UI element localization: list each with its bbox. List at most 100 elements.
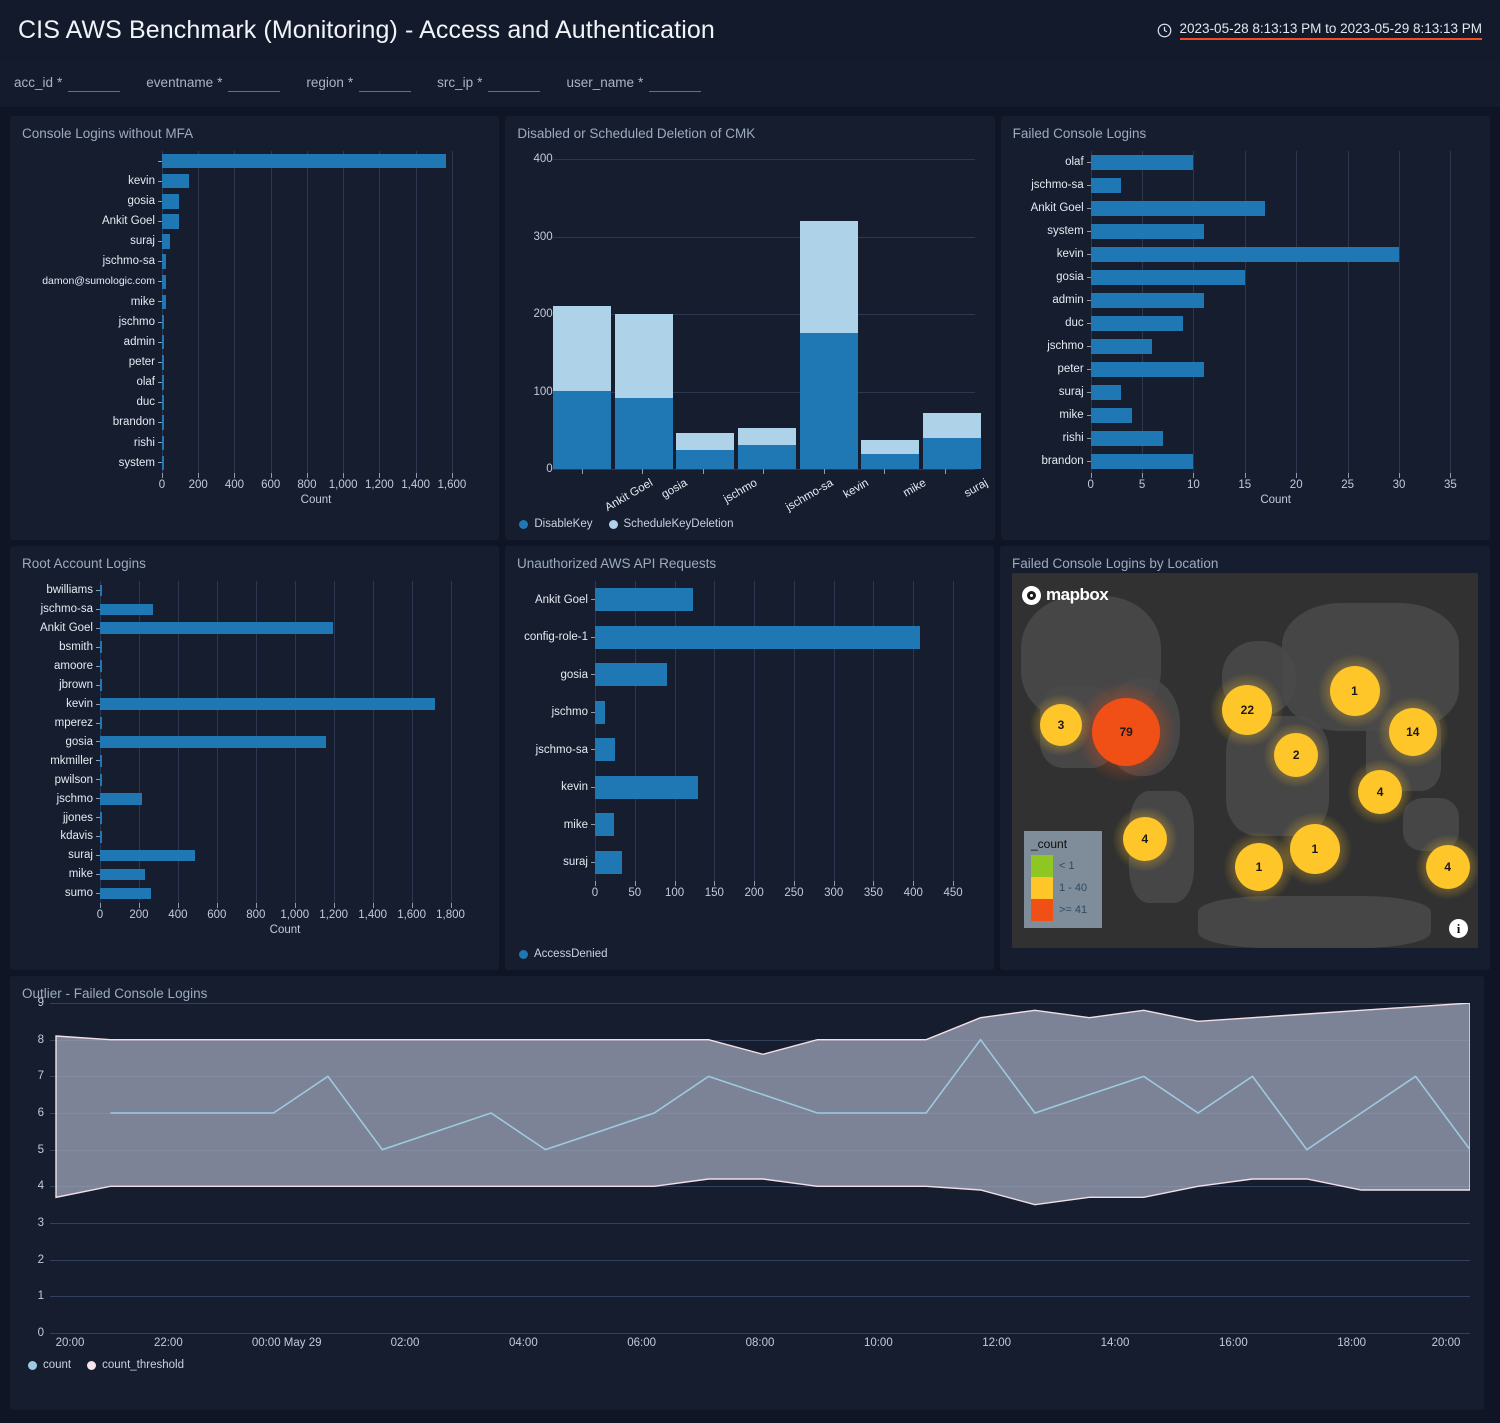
bar-fill[interactable] <box>162 194 179 208</box>
map-marker[interactable]: 3 <box>1040 704 1082 746</box>
bar-fill[interactable] <box>1091 224 1204 240</box>
map-marker[interactable]: 1 <box>1290 824 1340 874</box>
stacked-bar[interactable] <box>615 314 673 469</box>
map-marker[interactable]: 4 <box>1123 817 1167 861</box>
filter-input-user_name[interactable] <box>649 75 701 92</box>
bar-fill[interactable] <box>1091 178 1122 194</box>
bar-segment-disablekey[interactable] <box>800 333 858 469</box>
bar-fill[interactable] <box>100 604 153 616</box>
bar-fill[interactable] <box>1091 454 1194 470</box>
bar-fill[interactable] <box>1091 431 1163 447</box>
bar-fill[interactable] <box>1091 155 1194 171</box>
bar-fill[interactable] <box>100 641 102 653</box>
bar-fill[interactable] <box>162 254 166 268</box>
bar-fill[interactable] <box>1091 385 1122 401</box>
bar-segment-schedulekeydeletion[interactable] <box>800 221 858 333</box>
bar-fill[interactable] <box>162 234 170 248</box>
bar-fill[interactable] <box>595 663 667 686</box>
bar-fill[interactable] <box>1091 201 1266 217</box>
bar-fill[interactable] <box>100 812 102 824</box>
map-canvas[interactable]: mapbox _count < 11 - 40 >= 41 i 3 79 22 1 2 14… <box>1012 573 1478 948</box>
bar-fill[interactable] <box>162 315 164 329</box>
bar-fill[interactable] <box>162 174 189 188</box>
bar-fill[interactable] <box>100 850 195 862</box>
bar-fill[interactable] <box>595 851 622 874</box>
bar-fill[interactable] <box>1091 362 1204 378</box>
chart-console-logins-without-mfa[interactable]: kevin gosia Ankit Goel suraj jschmo-sa damon@… <box>22 151 487 506</box>
bar-fill[interactable] <box>1091 247 1399 263</box>
bar-fill[interactable] <box>100 755 102 767</box>
bar-fill[interactable] <box>100 831 102 843</box>
bar-segment-schedulekeydeletion[interactable] <box>861 440 919 453</box>
stacked-bar[interactable] <box>800 221 858 469</box>
info-icon[interactable]: i <box>1449 919 1468 938</box>
bar-fill[interactable] <box>100 736 326 748</box>
bar-fill[interactable] <box>595 813 614 836</box>
bar-segment-schedulekeydeletion[interactable] <box>553 306 611 390</box>
bar-segment-schedulekeydeletion[interactable] <box>676 433 734 450</box>
bar-fill[interactable] <box>595 738 615 761</box>
map-marker[interactable]: 2 <box>1274 733 1318 777</box>
stacked-bar[interactable] <box>923 413 981 469</box>
bar-fill[interactable] <box>162 214 179 228</box>
bar-fill[interactable] <box>100 717 102 729</box>
filter-input-acc_id[interactable] <box>68 75 120 92</box>
bar-fill[interactable] <box>1091 339 1153 355</box>
stacked-bar[interactable] <box>738 428 796 469</box>
bar-fill[interactable] <box>100 793 142 805</box>
bar-fill[interactable] <box>100 660 102 672</box>
bar-fill[interactable] <box>100 869 145 881</box>
bar-fill[interactable] <box>162 154 446 168</box>
filter-input-src_ip[interactable] <box>488 75 540 92</box>
bar-fill[interactable] <box>595 588 693 611</box>
bar-segment-disablekey[interactable] <box>738 445 796 469</box>
filter-input-region[interactable] <box>359 75 411 92</box>
bar-fill[interactable] <box>162 275 166 289</box>
filter-input-eventname[interactable] <box>228 75 280 92</box>
bar-segment-schedulekeydeletion[interactable] <box>923 413 981 438</box>
stacked-bar[interactable] <box>553 306 611 469</box>
bar-segment-disablekey[interactable] <box>923 438 981 469</box>
bar-fill[interactable] <box>162 295 166 309</box>
chart-root-account-logins[interactable]: bwilliams jschmo-sa Ankit Goel bsmith amoore… <box>22 581 487 936</box>
bar-fill[interactable] <box>162 355 164 369</box>
bar-fill[interactable] <box>100 622 333 634</box>
map-marker[interactable]: 14 <box>1389 708 1437 756</box>
bar-fill[interactable] <box>162 456 164 470</box>
chart-outlier[interactable]: 0 1 2 3 4 5 6 7 8 9 20:00 22:00 00:00 May 29 02:00 04:… <box>50 1003 1472 1333</box>
map-marker[interactable]: 4 <box>1426 845 1470 889</box>
bar-fill[interactable] <box>162 415 164 429</box>
bar-fill[interactable] <box>1091 270 1245 286</box>
bar-segment-disablekey[interactable] <box>676 450 734 469</box>
bar-fill[interactable] <box>162 436 164 450</box>
bar-segment-disablekey[interactable] <box>615 398 673 469</box>
map-marker[interactable]: 1 <box>1235 843 1283 891</box>
map-marker[interactable]: 1 <box>1330 666 1380 716</box>
stacked-bar[interactable] <box>676 433 734 469</box>
bar-fill[interactable] <box>1091 293 1204 309</box>
bar-fill[interactable] <box>162 395 164 409</box>
bar-fill[interactable] <box>100 679 102 691</box>
bar-fill[interactable] <box>100 585 102 597</box>
bar-fill[interactable] <box>100 774 102 786</box>
bar-fill[interactable] <box>100 888 151 900</box>
bar-segment-schedulekeydeletion[interactable] <box>738 428 796 445</box>
bar-fill[interactable] <box>162 335 164 349</box>
bar-segment-disablekey[interactable] <box>553 391 611 469</box>
chart-cmk[interactable]: 0 100 200 300 400 Ankit Goel gosia jschmo jschmo… <box>517 159 982 517</box>
bar-fill[interactable] <box>100 698 435 710</box>
bar-segment-schedulekeydeletion[interactable] <box>615 314 673 398</box>
bar-segment-disablekey[interactable] <box>861 454 919 470</box>
map-marker[interactable]: 22 <box>1222 685 1272 735</box>
stacked-bar[interactable] <box>861 440 919 469</box>
time-range-text[interactable]: 2023-05-28 8:13:13 PM to 2023-05-29 8:13… <box>1180 21 1482 40</box>
bar-fill[interactable] <box>1091 408 1132 424</box>
time-range-selector[interactable]: 2023-05-28 8:13:13 PM to 2023-05-29 8:13… <box>1157 21 1482 40</box>
chart-failed-console-logins[interactable]: olaf jschmo-sa Ankit Goel system kevin gosia a… <box>1013 151 1478 506</box>
bar-fill[interactable] <box>595 626 920 649</box>
bar-fill[interactable] <box>595 776 698 799</box>
chart-unauthorized-api-requests[interactable]: Ankit Goel config-role-1 gosia jschmo jschmo… <box>517 581 982 899</box>
bar-fill[interactable] <box>1091 316 1184 332</box>
bar-fill[interactable] <box>595 701 605 724</box>
bar-fill[interactable] <box>162 375 164 389</box>
